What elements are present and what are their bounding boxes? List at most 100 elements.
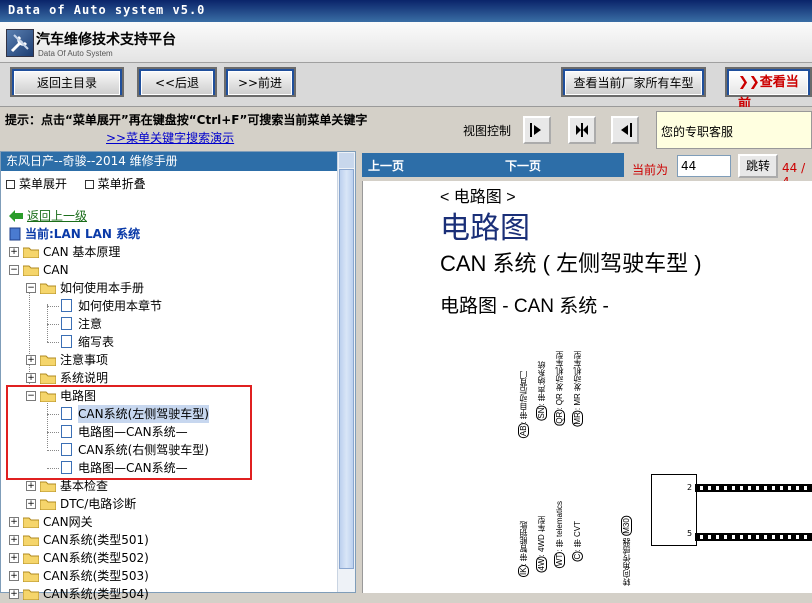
- tree-item-dtc-diagnosis[interactable]: + DTC/电路诊断: [1, 495, 331, 513]
- view-current-button[interactable]: ❯❯查看当前: [725, 67, 812, 112]
- legend-item: QR: QR 发动机车型: [554, 351, 565, 426]
- expand-toggle-icon: +: [26, 499, 36, 509]
- page-number-input[interactable]: 44: [677, 155, 731, 177]
- tree-item-label: CAN系统(类型504): [43, 587, 149, 601]
- arrow-center-icon: [576, 123, 588, 137]
- window-title: Data of Auto system v5.0: [8, 3, 206, 17]
- manual-header: 东风日产--奇骏--2014 维修手册: [1, 152, 337, 171]
- expand-toggle-icon: +: [9, 571, 19, 581]
- highlight-box: [6, 385, 252, 480]
- folder-icon: [23, 517, 39, 528]
- folder-icon: [23, 571, 39, 582]
- tree-scrollbar[interactable]: [337, 152, 355, 592]
- search-hint: 提示：点击“菜单展开”再在键盘按“Ctrl+F”可搜索当前菜单关键字: [5, 113, 368, 127]
- menu-tree-panel: 东风日产--奇骏--2014 维修手册 菜单展开 菜单折叠 返回上一级 当前:L…: [0, 151, 356, 601]
- legend-item: IK: 带智能钥匙: [518, 521, 529, 578]
- view-control-label: 视图控制: [463, 124, 512, 138]
- doc-section-title: 电路图 - CAN 系统 -: [440, 296, 609, 317]
- doc-title: 电路图: [440, 212, 530, 245]
- expand-toggle-icon: +: [9, 535, 19, 545]
- expand-toggle-icon: +: [9, 247, 19, 257]
- search-demo-link[interactable]: >>菜单关键字搜索演示: [106, 129, 234, 146]
- back-button-label: <<后退: [141, 71, 213, 95]
- next-page-link[interactable]: 下一页: [505, 157, 542, 174]
- expand-toggle-icon: +: [26, 373, 36, 383]
- scroll-up-icon[interactable]: [339, 153, 354, 168]
- tree-item-label: CAN网关: [43, 515, 93, 529]
- doc-subtitle: CAN 系统 ( 左侧驾驶车型 ): [440, 251, 702, 276]
- folder-icon: [40, 355, 56, 366]
- tree-item-can-type-504[interactable]: + CAN系统(类型504): [1, 585, 331, 603]
- tree-line: [47, 306, 59, 307]
- tree-item-notice[interactable]: 注意: [1, 315, 331, 333]
- tree-item-label: 注意事项: [60, 353, 109, 367]
- folder-icon: [23, 553, 39, 564]
- expand-toggle-icon: +: [9, 589, 19, 599]
- tree-item-how-to-use-manual[interactable]: − 如何使用本手册: [1, 279, 331, 297]
- back-up-label: 返回上一级: [27, 209, 88, 223]
- view-center-button[interactable]: [568, 116, 596, 144]
- tree-item-label: CAN系统(类型501): [43, 533, 149, 547]
- tree-item-precautions[interactable]: + 注意事项: [1, 351, 331, 369]
- pin-number: 5: [687, 529, 693, 538]
- page-icon: [61, 335, 72, 348]
- legend-item: SN: 带声纳系统: [536, 361, 547, 421]
- tree-item-can-type-502[interactable]: + CAN系统(类型502): [1, 549, 331, 567]
- home-button[interactable]: 返回主目录: [10, 67, 124, 97]
- can-wire: [695, 533, 812, 541]
- scroll-thumb[interactable]: [339, 169, 354, 569]
- tree-line: [47, 324, 59, 325]
- home-button-label: 返回主目录: [14, 71, 120, 95]
- tree-item-can-type-501[interactable]: + CAN系统(类型501): [1, 531, 331, 549]
- expand-toggle-icon: +: [26, 355, 36, 365]
- tree-item-can[interactable]: − CAN: [1, 261, 331, 279]
- jump-button[interactable]: 跳转: [738, 154, 778, 178]
- info-bar: 提示：点击“菜单展开”再在键盘按“Ctrl+F”可搜索当前菜单关键字 >>菜单关…: [0, 107, 812, 151]
- tree-item-can-basics[interactable]: + CAN 基本原理: [1, 243, 331, 261]
- current-location-label: 当前:LAN LAN 系统: [25, 227, 141, 241]
- tree-item-label: 缩写表: [78, 335, 115, 349]
- tree-item-label: CAN系统(类型503): [43, 569, 149, 583]
- collapse-toggle-icon: −: [9, 265, 19, 275]
- all-models-button[interactable]: 查看当前厂家所有车型: [561, 67, 706, 97]
- tree-line: [47, 342, 59, 343]
- view-left-button[interactable]: [611, 116, 639, 144]
- customer-service-box[interactable]: 您的专职客服: [656, 111, 812, 149]
- tree-item-how-to-use-chapter[interactable]: 如何使用本章节: [1, 297, 331, 315]
- tree-item-label: 如何使用本手册: [60, 281, 145, 295]
- book-icon: [9, 227, 21, 241]
- tree-item-can-type-503[interactable]: + CAN系统(类型503): [1, 567, 331, 585]
- back-button[interactable]: <<后退: [137, 67, 217, 97]
- all-models-button-label: 查看当前厂家所有车型: [565, 71, 702, 95]
- tree-item-label: DTC/电路诊断: [60, 497, 137, 511]
- expand-menu-button[interactable]: 菜单展开: [19, 177, 67, 191]
- forward-button[interactable]: >>前进: [224, 67, 296, 97]
- collapse-icon: [84, 180, 94, 189]
- expand-toggle-icon: +: [9, 553, 19, 563]
- sensor-label: 转向角传感器 M30: [621, 516, 632, 586]
- folder-icon: [23, 589, 39, 600]
- double-arrow-icon: ❯❯: [738, 75, 760, 90]
- open-folder-icon: [40, 283, 56, 294]
- app-subtitle: Data Of Auto System: [38, 49, 113, 58]
- expand-toggle-icon: +: [26, 481, 36, 491]
- prev-page-link[interactable]: 上一页: [368, 157, 405, 174]
- tree-item-label: CAN系统(类型502): [43, 551, 149, 565]
- arrow-right-icon: [530, 123, 541, 137]
- folder-icon: [40, 373, 56, 384]
- collapse-menu-button[interactable]: 菜单折叠: [98, 177, 146, 191]
- document-nav: 上一页 下一页 当前为 44 跳转 44 / 4: [362, 151, 812, 189]
- legend-item: C: 带 CVT: [572, 521, 583, 562]
- tree-item-abbreviations[interactable]: 缩写表: [1, 333, 331, 351]
- tree-item-can-gateway[interactable]: + CAN网关: [1, 513, 331, 531]
- view-right-button[interactable]: [523, 116, 551, 144]
- main-toolbar: 返回主目录 <<后退 >>前进 查看当前厂家所有车型 ❯❯查看当前: [0, 63, 812, 112]
- arrow-left-icon: [621, 123, 632, 137]
- customer-service-label: 您的专职客服: [661, 125, 734, 139]
- collapse-toggle-icon: −: [26, 283, 36, 293]
- tree-tools: 菜单展开 菜单折叠: [6, 175, 146, 192]
- forward-button-label: >>前进: [228, 71, 292, 95]
- document-panel: 上一页 下一页 当前为 44 跳转 44 / 4 < 电路图 > 电路图 CAN…: [362, 151, 812, 593]
- legend-item: AB: 带自动后背门: [518, 371, 529, 439]
- folder-icon: [23, 535, 39, 546]
